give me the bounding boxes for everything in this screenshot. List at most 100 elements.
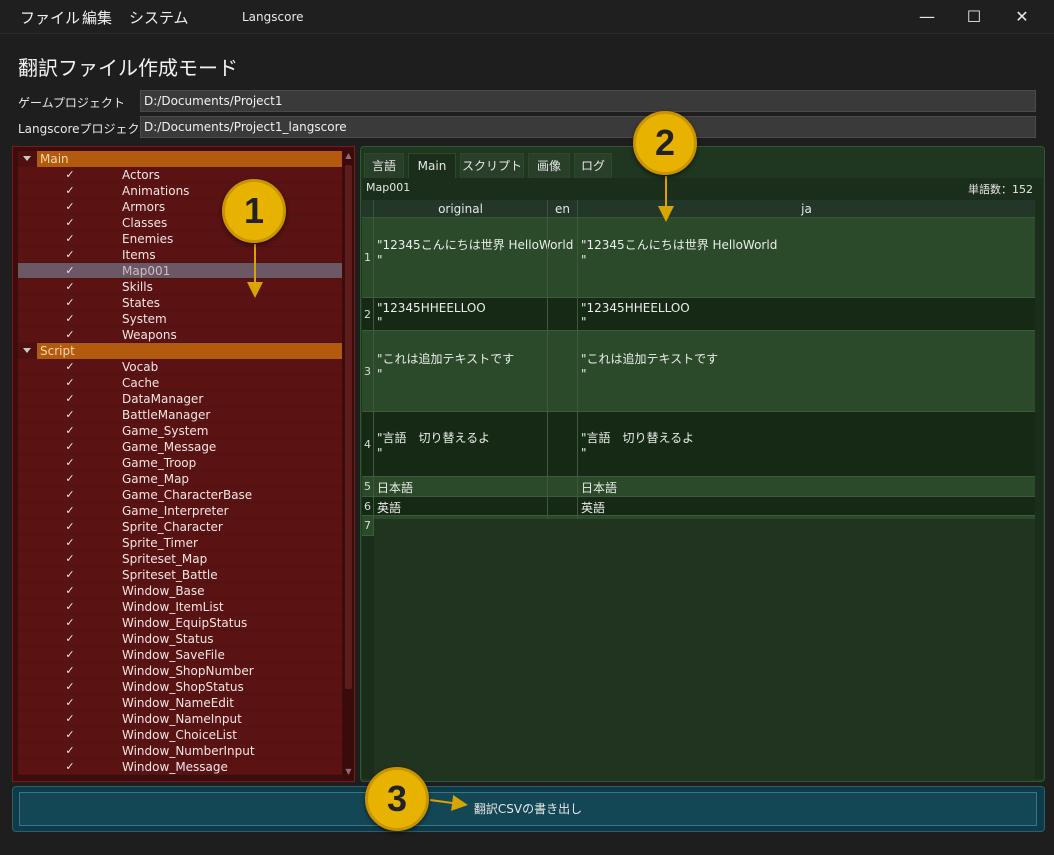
checkbox-checked-icon[interactable]: ✓ xyxy=(64,503,76,519)
tree-scrollbar[interactable]: ▲ ▼ xyxy=(343,151,354,779)
tree-item[interactable]: ✓ Window_SaveFile xyxy=(18,647,342,663)
tree-item[interactable]: ✓ Sprite_Character xyxy=(18,519,342,535)
checkbox-checked-icon[interactable]: ✓ xyxy=(64,455,76,471)
checkbox-checked-icon[interactable]: ✓ xyxy=(64,743,76,759)
tree-item[interactable]: ✓ Weapons xyxy=(18,327,342,343)
tree-item[interactable]: ✓ Window_ChoiceList xyxy=(18,727,342,743)
expand-caret-icon[interactable] xyxy=(23,156,31,161)
tree-item[interactable]: ✓ Window_Status xyxy=(18,631,342,647)
cell-en[interactable] xyxy=(547,331,577,411)
tab-main[interactable]: Main xyxy=(408,153,456,179)
tab-log[interactable]: ログ xyxy=(574,153,612,179)
cell-ja[interactable]: 英語 xyxy=(577,497,1035,515)
tree-item[interactable]: ✓ Game_System xyxy=(18,423,342,439)
checkbox-checked-icon[interactable]: ✓ xyxy=(64,375,76,391)
cell-en[interactable] xyxy=(547,477,577,496)
table-row[interactable]: 5 日本語 日本語 xyxy=(362,477,1035,497)
tree-item[interactable]: ✓ Skills xyxy=(18,279,342,295)
cell-ja[interactable]: "12345こんにちは世界 HelloWorld " xyxy=(577,218,1035,297)
checkbox-checked-icon[interactable]: ✓ xyxy=(64,183,76,199)
checkbox-checked-icon[interactable]: ✓ xyxy=(64,327,76,343)
checkbox-checked-icon[interactable]: ✓ xyxy=(64,407,76,423)
scrollbar-thumb[interactable] xyxy=(345,165,352,689)
checkbox-checked-icon[interactable]: ✓ xyxy=(64,263,76,279)
tree-item[interactable]: ✓ BattleManager xyxy=(18,407,342,423)
tree-item[interactable]: ✓ Animations xyxy=(18,183,342,199)
tree-item[interactable]: ✓ Armors xyxy=(18,199,342,215)
checkbox-checked-icon[interactable]: ✓ xyxy=(64,695,76,711)
tree-item[interactable]: ✓ Sprite_Timer xyxy=(18,535,342,551)
checkbox-checked-icon[interactable]: ✓ xyxy=(64,647,76,663)
game-project-field[interactable]: D:/Documents/Project1 xyxy=(140,90,1036,112)
checkbox-checked-icon[interactable]: ✓ xyxy=(64,487,76,503)
checkbox-checked-icon[interactable]: ✓ xyxy=(64,727,76,743)
checkbox-checked-icon[interactable]: ✓ xyxy=(64,167,76,183)
cell-ja[interactable]: "これは追加テキストです " xyxy=(577,331,1035,411)
checkbox-checked-icon[interactable]: ✓ xyxy=(64,391,76,407)
cell-original[interactable]: 英語 xyxy=(373,497,547,515)
cell-original[interactable]: "これは追加テキストです " xyxy=(373,331,547,411)
menu-edit[interactable]: 編集 xyxy=(82,7,112,28)
tree-item[interactable]: ✓ Vocab xyxy=(18,359,342,375)
tree-item[interactable]: ✓ Window_Base xyxy=(18,583,342,599)
cell-en[interactable] xyxy=(547,412,577,476)
cell-ja[interactable]: "12345HHEELLOO " xyxy=(577,298,1035,330)
checkbox-checked-icon[interactable]: ✓ xyxy=(64,439,76,455)
tab-script[interactable]: スクリプト xyxy=(460,153,524,179)
tree-item[interactable]: ✓ Game_Map xyxy=(18,471,342,487)
cell-original[interactable]: "言語 切り替えるよ " xyxy=(373,412,547,476)
table-row[interactable]: 6 英語 英語 xyxy=(362,497,1035,516)
tree-group-main[interactable]: Main xyxy=(18,151,342,167)
tree-item[interactable]: ✓ System xyxy=(18,311,342,327)
tree-item[interactable]: ✓ Game_Interpreter xyxy=(18,503,342,519)
tree-item[interactable]: ✓ Window_NumberInput xyxy=(18,743,342,759)
checkbox-checked-icon[interactable]: ✓ xyxy=(64,583,76,599)
tree-item[interactable]: ✓ Spriteset_Map xyxy=(18,551,342,567)
cell-en[interactable] xyxy=(547,298,577,330)
column-header-ja[interactable]: ja xyxy=(577,200,1035,218)
checkbox-checked-icon[interactable]: ✓ xyxy=(64,759,76,775)
maximize-button[interactable]: ☐ xyxy=(954,4,994,30)
table-row[interactable]: 1 "12345こんにちは世界 HelloWorld " "12345こんにちは世界… xyxy=(362,218,1035,298)
tree-item[interactable]: ✓ Window_ItemList xyxy=(18,599,342,615)
expand-caret-icon[interactable] xyxy=(23,348,31,353)
minimize-button[interactable]: — xyxy=(907,4,947,30)
cell-original[interactable]: 日本語 xyxy=(373,477,547,496)
cell-ja[interactable]: "言語 切り替えるよ " xyxy=(577,412,1035,476)
export-csv-button[interactable]: 翻訳CSVの書き出し xyxy=(19,792,1037,826)
checkbox-checked-icon[interactable]: ✓ xyxy=(64,471,76,487)
tree-item[interactable]: ✓ Window_ShopStatus xyxy=(18,679,342,695)
column-header-en[interactable]: en xyxy=(547,200,577,218)
close-button[interactable]: ✕ xyxy=(1002,4,1042,30)
checkbox-checked-icon[interactable]: ✓ xyxy=(64,359,76,375)
tree-item[interactable]: ✓ Window_NameEdit xyxy=(18,695,342,711)
checkbox-checked-icon[interactable]: ✓ xyxy=(64,551,76,567)
tree-item[interactable]: ✓ Game_Troop xyxy=(18,455,342,471)
checkbox-checked-icon[interactable]: ✓ xyxy=(64,199,76,215)
tree-item[interactable]: ✓ Classes xyxy=(18,215,342,231)
checkbox-checked-icon[interactable]: ✓ xyxy=(64,519,76,535)
tab-language[interactable]: 言語 xyxy=(364,153,404,179)
scroll-down-icon[interactable]: ▼ xyxy=(345,767,352,776)
tree-item[interactable]: ✓ DataManager xyxy=(18,391,342,407)
cell-en[interactable] xyxy=(547,218,577,297)
checkbox-checked-icon[interactable]: ✓ xyxy=(64,247,76,263)
checkbox-checked-icon[interactable]: ✓ xyxy=(64,311,76,327)
checkbox-checked-icon[interactable]: ✓ xyxy=(64,567,76,583)
tree-item[interactable]: ✓ Game_Message xyxy=(18,439,342,455)
tree-item[interactable]: ✓ Map001 xyxy=(18,263,342,279)
tree-item[interactable]: ✓ Game_CharacterBase xyxy=(18,487,342,503)
checkbox-checked-icon[interactable]: ✓ xyxy=(64,231,76,247)
menu-file[interactable]: ファイル xyxy=(20,7,80,28)
column-header-original[interactable]: original xyxy=(373,200,547,218)
tree-item[interactable]: ✓ Actors xyxy=(18,167,342,183)
checkbox-checked-icon[interactable]: ✓ xyxy=(64,615,76,631)
checkbox-checked-icon[interactable]: ✓ xyxy=(64,215,76,231)
menu-system[interactable]: システム xyxy=(129,7,189,28)
checkbox-checked-icon[interactable]: ✓ xyxy=(64,679,76,695)
cell-original[interactable]: "12345HHEELLOO " xyxy=(373,298,547,330)
tree-item[interactable]: ✓ Window_NameInput xyxy=(18,711,342,727)
checkbox-checked-icon[interactable]: ✓ xyxy=(64,631,76,647)
tree-item[interactable]: ✓ Window_Message xyxy=(18,759,342,775)
tree-item[interactable]: ✓ Window_EquipStatus xyxy=(18,615,342,631)
